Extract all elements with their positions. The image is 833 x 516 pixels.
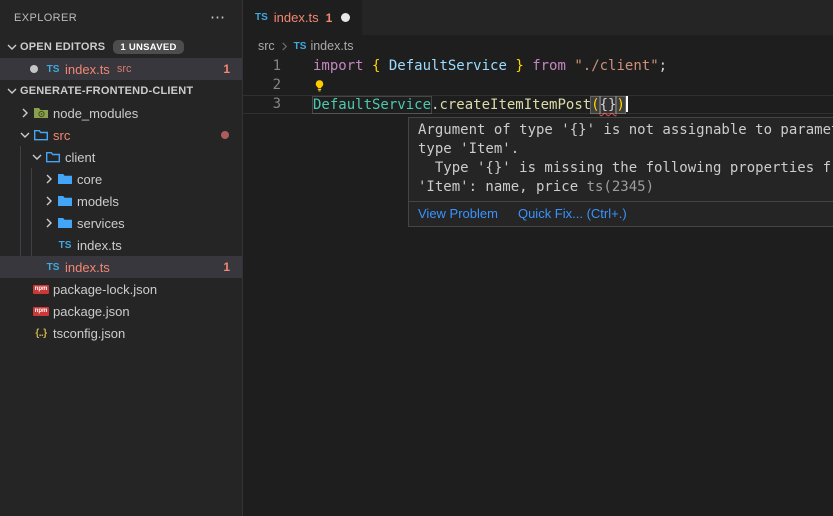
npm-icon: npm — [33, 307, 50, 316]
json-icon: {..} — [35, 328, 46, 339]
text-cursor — [626, 96, 628, 112]
vscode-window: EXPLORER ⋯ OPEN EDITORS 1 UNSAVED TS ind… — [0, 0, 833, 516]
more-actions-icon[interactable]: ⋯ — [210, 13, 228, 23]
tree-item-package-json[interactable]: npm package.json — [0, 300, 242, 322]
editor-group: TS index.ts 1 src TS index.ts 1 import {… — [243, 0, 833, 516]
chevron-right-icon — [42, 196, 56, 206]
chevron-right-icon — [42, 174, 56, 184]
tree-item-client-index-ts[interactable]: TS index.ts — [0, 234, 242, 256]
modified-dot-icon — [30, 65, 38, 73]
folder-icon — [56, 171, 74, 187]
tree-item-core[interactable]: core — [0, 168, 242, 190]
line-number: 3 — [243, 96, 281, 113]
open-editor-item-index-ts[interactable]: TS index.ts src 1 — [0, 58, 242, 80]
typescript-icon: TS — [255, 12, 268, 23]
code-line-1: 1 import { DefaultService } from "./clie… — [243, 57, 833, 76]
folder-icon — [56, 193, 74, 209]
tree-item-src-index-ts[interactable]: TS index.ts 1 — [0, 256, 242, 278]
unsaved-badge: 1 UNSAVED — [113, 40, 183, 54]
unsaved-dot-icon[interactable] — [341, 13, 350, 22]
folder-node-modules-icon — [32, 105, 50, 121]
typescript-icon: TS — [294, 41, 307, 52]
typescript-icon: TS — [59, 240, 72, 251]
chevron-down-icon — [4, 86, 20, 96]
tree-item-label: core — [77, 172, 102, 187]
tree-item-label: index.ts — [65, 260, 110, 275]
tree-item-label: src — [53, 128, 70, 143]
quick-fix-link[interactable]: Quick Fix... (Ctrl+.) — [518, 206, 627, 221]
error-dot-icon — [221, 131, 229, 139]
chevron-down-icon — [18, 130, 32, 140]
tree-item-label: index.ts — [77, 238, 122, 253]
tree-item-src[interactable]: src — [0, 124, 242, 146]
chevron-right-icon — [42, 218, 56, 228]
folder-icon — [56, 215, 74, 231]
lightbulb-icon[interactable] — [281, 76, 326, 95]
line-number: 2 — [243, 76, 281, 95]
tree-item-label: node_modules — [53, 106, 138, 121]
folder-open-icon — [44, 149, 62, 165]
file-tree: node_modules src client — [0, 102, 242, 344]
tab-bar: TS index.ts 1 — [243, 0, 833, 35]
open-editor-label: index.ts — [65, 62, 110, 77]
view-problem-link[interactable]: View Problem — [418, 206, 498, 221]
code-line-3: 3 DefaultService.createItemItemPost({}) — [243, 95, 833, 114]
error-count-badge: 1 — [223, 260, 230, 274]
breadcrumb: src TS index.ts — [243, 35, 833, 57]
sidebar-header: EXPLORER ⋯ — [0, 0, 242, 36]
folder-open-icon — [32, 127, 50, 143]
error-code: ts(2345) — [587, 179, 654, 195]
error-count-badge: 1 — [223, 62, 230, 76]
explorer-sidebar: EXPLORER ⋯ OPEN EDITORS 1 UNSAVED TS ind… — [0, 0, 243, 516]
sidebar-title: EXPLORER — [14, 12, 77, 24]
tree-item-label: package.json — [53, 304, 130, 319]
tree-item-services[interactable]: services — [0, 212, 242, 234]
open-editor-description: src — [117, 63, 132, 75]
project-section-header[interactable]: GENERATE-FRONTEND-CLIENT — [0, 80, 242, 102]
chevron-down-icon — [30, 152, 44, 162]
breadcrumb-file[interactable]: index.ts — [310, 39, 353, 53]
npm-icon: npm — [33, 285, 50, 294]
line-number: 1 — [243, 57, 281, 76]
error-hover-tooltip: Argument of type '{}' is not assignable … — [408, 117, 833, 227]
chevron-right-icon — [18, 108, 32, 118]
tree-item-tsconfig-json[interactable]: {..} tsconfig.json — [0, 322, 242, 344]
code-line-2: 2 — [243, 76, 833, 95]
chevron-right-icon — [280, 42, 289, 51]
open-editors-section-header[interactable]: OPEN EDITORS 1 UNSAVED — [0, 36, 242, 58]
tree-item-node-modules[interactable]: node_modules — [0, 102, 242, 124]
error-message: Argument of type '{}' is not assignable … — [409, 118, 833, 201]
tree-item-label: tsconfig.json — [53, 326, 125, 341]
error-squiggle: {} — [600, 97, 617, 113]
tree-item-label: models — [77, 194, 119, 209]
tree-item-models[interactable]: models — [0, 190, 242, 212]
tree-item-label: client — [65, 150, 95, 165]
typescript-icon: TS — [47, 262, 60, 273]
tree-item-label: services — [77, 216, 125, 231]
project-name-label: GENERATE-FRONTEND-CLIENT — [20, 85, 193, 97]
tab-title: index.ts — [274, 10, 319, 25]
code-editor[interactable]: 1 import { DefaultService } from "./clie… — [243, 57, 833, 114]
tab-error-count: 1 — [326, 11, 333, 25]
tree-item-client[interactable]: client — [0, 146, 242, 168]
open-editors-label: OPEN EDITORS — [20, 41, 105, 53]
tree-item-label: package-lock.json — [53, 282, 157, 297]
typescript-icon: TS — [47, 64, 60, 75]
chevron-down-icon — [4, 42, 20, 52]
tree-item-package-lock-json[interactable]: npm package-lock.json — [0, 278, 242, 300]
tab-index-ts[interactable]: TS index.ts 1 — [243, 0, 362, 35]
breadcrumb-src[interactable]: src — [258, 39, 275, 53]
tooltip-actions: View Problem Quick Fix... (Ctrl+.) — [409, 201, 833, 226]
